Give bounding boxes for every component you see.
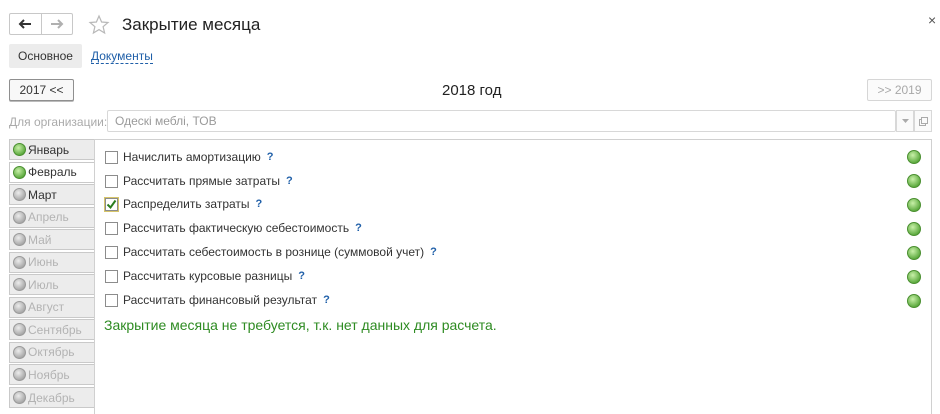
status-message: Закрытие месяца не требуется, т.к. нет д… — [104, 317, 497, 333]
form-tabs: Основное Документы — [9, 44, 153, 68]
month-label: Декабрь — [28, 390, 75, 405]
checkmark-icon — [106, 199, 117, 209]
green-dot-icon — [907, 174, 921, 188]
status-dot-icon — [13, 278, 26, 292]
month-april[interactable]: Апрель — [9, 206, 94, 228]
green-dot-icon — [907, 198, 921, 212]
green-dot-icon — [907, 246, 921, 260]
status-dot-icon — [13, 323, 26, 337]
operation-checkbox[interactable] — [105, 150, 118, 164]
operation-row[interactable]: Рассчитать курсовые разницы ? — [105, 266, 305, 286]
organization-field[interactable]: Одескі меблі, ТОВ — [107, 110, 896, 132]
operation-checkbox[interactable] — [105, 221, 118, 235]
green-dot-icon — [907, 150, 921, 164]
month-february[interactable]: Февраль — [9, 161, 94, 183]
title-bar: Закрытие месяца × — [0, 0, 940, 42]
month-label: Апрель — [28, 210, 69, 225]
month-label: Февраль — [28, 165, 77, 180]
month-may[interactable]: Май — [9, 229, 94, 251]
status-dot-icon — [13, 165, 26, 179]
month-september[interactable]: Сентябрь — [9, 319, 94, 341]
operation-checkbox[interactable] — [105, 269, 118, 283]
tab-documents[interactable]: Документы — [90, 49, 153, 64]
status-dot-icon — [13, 300, 26, 314]
tab-main[interactable]: Основное — [9, 44, 82, 68]
open-icon — [918, 116, 928, 126]
operation-row[interactable]: Распределить затраты ? — [104, 194, 263, 214]
month-july[interactable]: Июль — [9, 274, 94, 296]
status-dot-icon — [13, 255, 26, 269]
operation-label: Рассчитать себестоимость в рознице (сумм… — [123, 245, 425, 259]
operation-label: Рассчитать фактическую себестоимость — [123, 221, 350, 235]
operation-label: Рассчитать прямые затраты — [123, 174, 280, 188]
operation-label: Начислить амортизацию — [123, 150, 261, 164]
back-button[interactable] — [10, 14, 41, 34]
status-dot-icon — [13, 368, 26, 382]
help-link[interactable]: ? — [298, 270, 305, 282]
previous-year-button[interactable]: 2017 << — [9, 79, 74, 101]
operation-checkbox[interactable] — [105, 174, 118, 188]
chevron-down-icon — [901, 118, 909, 123]
operation-checkbox[interactable] — [105, 197, 118, 211]
operation-row[interactable]: Рассчитать финансовый результат ? — [105, 290, 330, 310]
forward-button[interactable] — [40, 14, 72, 34]
help-link[interactable]: ? — [286, 175, 293, 187]
status-dot-icon — [13, 345, 26, 359]
checkbox-focus-frame — [104, 196, 119, 212]
operation-checkbox[interactable] — [105, 293, 118, 307]
operation-label: Распределить затраты — [123, 197, 250, 211]
status-dot-icon — [13, 143, 26, 156]
operation-row[interactable]: Рассчитать прямые затраты ? — [105, 171, 293, 191]
operation-row[interactable]: Рассчитать себестоимость в рознице (сумм… — [105, 242, 437, 262]
green-dot-icon — [907, 270, 921, 284]
arrow-left-icon — [19, 19, 32, 29]
month-january[interactable]: Январь — [9, 139, 94, 160]
status-dot-icon — [13, 233, 26, 247]
green-dot-icon — [907, 294, 921, 308]
month-march[interactable]: Март — [9, 184, 94, 206]
month-list: Январь Февраль Март Апрель Май Июнь Июль… — [9, 139, 95, 414]
month-november[interactable]: Ноябрь — [9, 364, 94, 386]
month-october[interactable]: Октябрь — [9, 341, 94, 363]
operation-row[interactable]: Начислить амортизацию ? — [105, 147, 274, 167]
status-dot-icon — [13, 391, 26, 405]
green-dot-icon — [907, 222, 921, 236]
operation-label: Рассчитать курсовые разницы — [123, 269, 293, 283]
window-title: Закрытие месяца — [122, 15, 261, 34]
help-link[interactable]: ? — [323, 294, 330, 306]
status-dot-icon — [13, 210, 26, 224]
help-link[interactable]: ? — [256, 198, 263, 210]
year-title: 2018 год — [442, 82, 502, 99]
help-link[interactable]: ? — [355, 222, 362, 234]
operation-checkbox[interactable] — [105, 245, 118, 259]
help-link[interactable]: ? — [430, 246, 437, 258]
operation-row[interactable]: Рассчитать фактическую себестоимость ? — [105, 218, 362, 238]
month-label: Май — [28, 232, 52, 247]
arrow-right-icon — [50, 19, 64, 29]
month-label: Июнь — [28, 255, 59, 270]
operations-panel: Начислить амортизацию ? Рассчитать прямы… — [95, 139, 932, 414]
month-label: Август — [28, 300, 65, 315]
navigation-buttons — [9, 13, 73, 35]
month-label: Январь — [28, 142, 70, 157]
month-august[interactable]: Август — [9, 296, 94, 318]
organization-open-button[interactable] — [914, 110, 932, 132]
star-icon[interactable] — [88, 14, 110, 36]
month-label: Июль — [28, 277, 59, 292]
next-year-button[interactable]: >> 2019 — [867, 79, 932, 101]
operation-label: Рассчитать финансовый результат — [123, 293, 318, 307]
month-label: Октябрь — [28, 345, 75, 360]
help-link[interactable]: ? — [267, 151, 274, 163]
month-label: Март — [28, 187, 57, 202]
organization-dropdown-button[interactable] — [896, 110, 914, 132]
status-dot-icon — [13, 188, 26, 202]
month-label: Ноябрь — [28, 367, 70, 382]
month-december[interactable]: Декабрь — [9, 387, 94, 409]
close-icon[interactable]: × — [928, 12, 936, 28]
organization-label: Для организации: — [9, 115, 108, 129]
month-june[interactable]: Июнь — [9, 251, 94, 273]
month-label: Сентябрь — [28, 322, 82, 337]
